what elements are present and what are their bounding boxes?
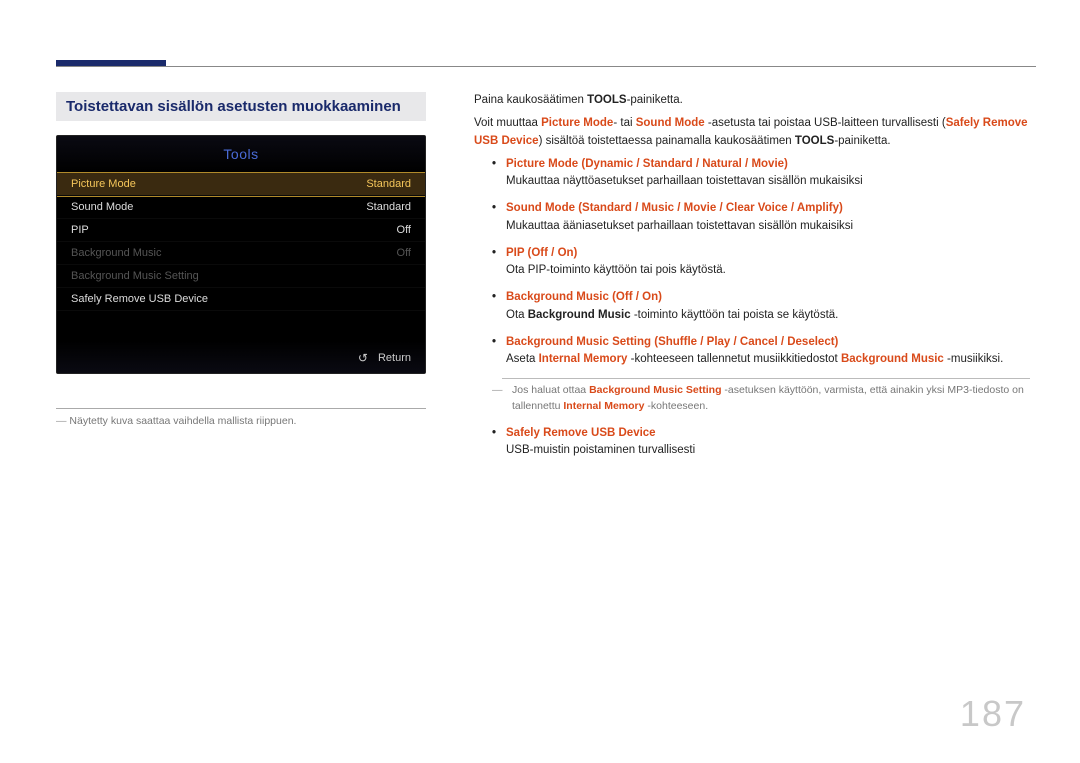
top-rule (56, 66, 1036, 67)
menu-row-picture-mode[interactable]: Picture Mode Standard (57, 173, 425, 196)
menu-row-value: Standard (366, 178, 411, 190)
menu-row-pip[interactable]: PIP Off (57, 219, 425, 242)
menu-row-background-music-setting: Background Music Setting (57, 265, 425, 288)
tools-panel-title: Tools (57, 136, 425, 173)
note-background-music: Jos haluat ottaa Background Music Settin… (502, 378, 1030, 415)
bullet-pip: PIP (Off / On) Ota PIP-toiminto käyttöön… (492, 245, 1030, 280)
image-footnote: Näytetty kuva saattaa vaihdella mallista… (56, 408, 426, 427)
section-title: Toistettavan sisällön asetusten muokkaam… (56, 92, 426, 121)
bullet-picture-mode: Picture Mode (Dynamic / Standard / Natur… (492, 156, 1030, 191)
menu-row-label: PIP (71, 224, 89, 236)
intro-line-2: Voit muuttaa Picture Mode- tai Sound Mod… (474, 115, 1030, 150)
bullet-background-music-setting: Background Music Setting (Shuffle / Play… (492, 334, 1030, 369)
menu-row-label: Background Music (71, 247, 162, 259)
tools-panel: Tools Picture Mode Standard Sound Mode S… (56, 135, 426, 374)
page-number: 187 (960, 693, 1026, 735)
menu-row-label: Sound Mode (71, 201, 133, 213)
bullet-sound-mode: Sound Mode (Standard / Music / Movie / C… (492, 200, 1030, 235)
intro-line-1: Paina kaukosäätimen TOOLS-painiketta. (474, 92, 1030, 109)
return-icon[interactable] (358, 351, 372, 365)
menu-row-label: Background Music Setting (71, 270, 199, 282)
return-label[interactable]: Return (378, 352, 411, 364)
bullet-background-music: Background Music (Off / On) Ota Backgrou… (492, 289, 1030, 324)
menu-row-label: Safely Remove USB Device (71, 293, 208, 305)
menu-row-value: Off (397, 224, 411, 236)
menu-row-background-music: Background Music Off (57, 242, 425, 265)
menu-row-value: Standard (366, 201, 411, 213)
menu-row-safely-remove-usb[interactable]: Safely Remove USB Device (57, 288, 425, 311)
bullet-safely-remove-usb: Safely Remove USB Device USB-muistin poi… (492, 425, 1030, 460)
menu-row-sound-mode[interactable]: Sound Mode Standard (57, 196, 425, 219)
menu-row-label: Picture Mode (71, 178, 136, 190)
menu-row-value: Off (397, 247, 411, 259)
description-column: Paina kaukosäätimen TOOLS-painiketta. Vo… (474, 92, 1030, 469)
tools-panel-footer: Return (57, 341, 425, 373)
